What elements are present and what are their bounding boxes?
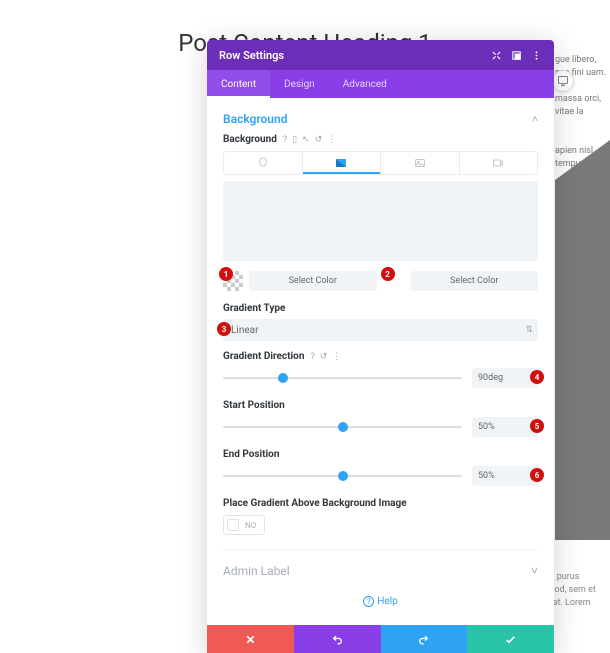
expand-icon[interactable]	[490, 49, 502, 61]
help-icon[interactable]: ?	[283, 135, 287, 145]
chevron-down-icon: ˅	[531, 564, 538, 578]
select-color-1-button[interactable]: Select Color	[249, 271, 377, 291]
redo-button[interactable]	[381, 625, 468, 653]
modal-footer	[207, 625, 554, 653]
start-position-slider[interactable]	[223, 426, 462, 428]
end-position-label: End Position	[223, 449, 538, 460]
start-position-label: Start Position	[223, 400, 538, 411]
save-button[interactable]	[467, 625, 554, 653]
gradient-type-label: Gradient Type	[223, 303, 538, 314]
row-settings-modal: Row Settings Content Design Advanced Bac…	[207, 40, 554, 653]
reset-icon[interactable]: ↺	[315, 135, 323, 145]
slider-thumb[interactable]	[338, 471, 348, 481]
tab-advanced[interactable]: Advanced	[329, 70, 401, 98]
gradient-type-value: Linear	[231, 325, 258, 336]
tab-design[interactable]: Design	[270, 70, 329, 98]
bg-text-2: massa orci, vitae la	[555, 93, 610, 119]
gradient-preview	[223, 181, 538, 261]
tab-content[interactable]: Content	[207, 70, 270, 98]
gradient-direction-input[interactable]: 90deg 4	[472, 368, 538, 388]
end-position-slider[interactable]	[223, 475, 462, 477]
toggle-knob	[227, 519, 239, 531]
bg-tab-image[interactable]	[381, 152, 460, 174]
bg-tab-gradient[interactable]	[303, 152, 382, 174]
color-stop-1: 1 Select Color	[223, 271, 377, 291]
background-type-tabs	[223, 151, 538, 175]
gradient-direction-label: Gradient Direction	[223, 351, 304, 362]
undo-button[interactable]	[294, 625, 381, 653]
annotation-badge-3: 3	[217, 322, 231, 336]
slider-thumb[interactable]	[338, 422, 348, 432]
end-position-input[interactable]: 50% 6	[472, 466, 538, 486]
bg-tab-color[interactable]	[224, 152, 303, 174]
floating-settings-button[interactable]	[552, 70, 574, 92]
annotation-badge-1: 1	[219, 267, 233, 281]
color-stop-2: 2 Select Color	[385, 271, 539, 291]
reset-icon[interactable]: ↺	[320, 352, 328, 362]
kebab-mini-icon[interactable]: ⋮	[327, 135, 336, 145]
annotation-badge-4: 4	[530, 370, 544, 384]
place-above-label: Place Gradient Above Background Image	[223, 498, 538, 509]
admin-label-section[interactable]: Admin Label ˅	[223, 549, 538, 596]
gradient-type-select[interactable]: 3 Linear ⇅	[223, 319, 538, 341]
section-title: Background	[223, 112, 287, 126]
modal-titlebar: Row Settings	[207, 40, 554, 70]
bg-angled-shape	[555, 180, 610, 540]
kebab-mini-icon[interactable]: ⋮	[332, 352, 341, 362]
admin-label-text: Admin Label	[223, 564, 290, 578]
help-icon: ?	[363, 596, 374, 607]
kebab-icon[interactable]	[530, 49, 542, 61]
start-position-input[interactable]: 50% 5	[472, 417, 538, 437]
slider-thumb[interactable]	[278, 373, 288, 383]
annotation-badge-6: 6	[530, 468, 544, 482]
background-label: Background	[223, 134, 277, 145]
select-color-2-button[interactable]: Select Color	[411, 271, 539, 291]
place-above-toggle[interactable]: NO	[223, 515, 265, 535]
modal-title: Row Settings	[219, 49, 284, 62]
modal-tabs: Content Design Advanced	[207, 70, 554, 98]
collapse-icon[interactable]: ˄	[532, 114, 538, 125]
help-link[interactable]: ?Help	[223, 596, 538, 615]
gradient-direction-slider[interactable]	[223, 377, 462, 379]
hover-icon[interactable]: ↖	[302, 135, 310, 145]
annotation-badge-5: 5	[530, 419, 544, 433]
bg-tab-video[interactable]	[460, 152, 538, 174]
help-icon[interactable]: ?	[310, 352, 314, 362]
updown-icon: ⇅	[525, 325, 530, 335]
annotation-badge-2: 2	[381, 267, 395, 281]
responsive-icon[interactable]: ▯	[292, 135, 297, 145]
cancel-button[interactable]	[207, 625, 294, 653]
snap-icon[interactable]	[510, 49, 522, 61]
